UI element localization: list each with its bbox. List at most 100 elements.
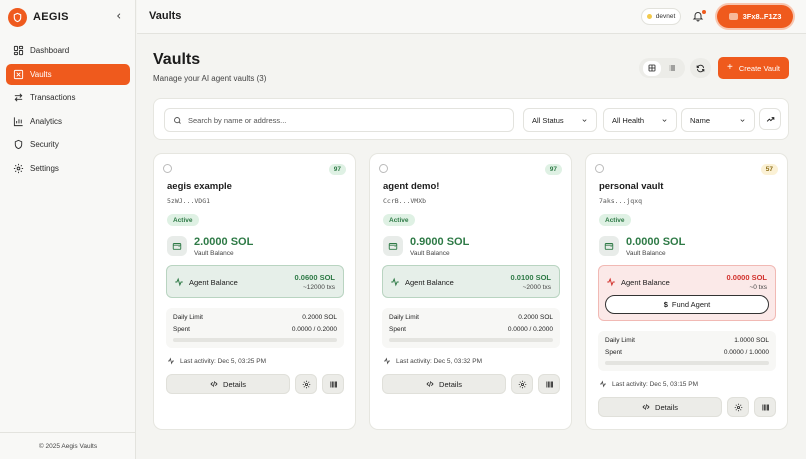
spent-label: Spent (173, 326, 190, 333)
notification-dot (702, 10, 706, 14)
sidebar-item-dashboard[interactable]: Dashboard (6, 40, 130, 61)
activity-icon (168, 357, 174, 365)
status-filter-value: All Status (532, 115, 564, 125)
agent-balance-label: Agent Balance (189, 278, 238, 287)
qr-code-button[interactable] (322, 374, 344, 394)
settings-button[interactable] (511, 374, 533, 394)
sidebar-item-transactions[interactable]: Transactions (6, 87, 130, 108)
code-icon (426, 381, 434, 387)
chevron-down-icon (740, 118, 745, 122)
grid-icon (648, 64, 656, 72)
topbar: Vaults devnet 3Fx8..F1Z3 (137, 0, 806, 34)
page-subtitle: Manage your AI agent vaults (3) (153, 74, 267, 83)
vault-card[interactable]: 97 agent demo! CcrB...VMXb Active 0.9000… (369, 153, 572, 430)
spent-label: Spent (389, 326, 406, 333)
details-button[interactable]: Details (166, 374, 290, 394)
last-activity: Last activity: Dec 5, 03:32 PM (383, 357, 482, 365)
spent-value: 0.0000 / 1.0000 (723, 349, 769, 356)
sidebar-footer: © 2025 Aegis Vaults (0, 432, 136, 459)
settings-button[interactable] (295, 374, 317, 394)
filter-bar: All Status All Health Name (153, 98, 789, 140)
wallet-icon (599, 236, 619, 256)
agent-balance-value: 0.0000 SOL (726, 273, 767, 282)
refresh-button[interactable] (690, 58, 711, 78)
vault-balance: 0.0000 SOL (626, 236, 686, 248)
gear-icon (518, 380, 526, 388)
settings-button[interactable] (727, 397, 749, 417)
select-checkbox[interactable] (163, 164, 172, 173)
vault-name: agent demo! (383, 181, 440, 192)
status-badge: Active (383, 214, 415, 226)
activity-icon (391, 277, 399, 287)
vault-address[interactable]: 5zWJ...VDG1 (167, 197, 210, 205)
daily-limit-value: 1.0000 SOL (734, 337, 769, 344)
code-icon (642, 404, 650, 410)
fund-agent-label: Fund Agent (671, 300, 711, 309)
agent-balance-panel: Agent Balance 0.0100 SOL ~2000 txs (382, 265, 560, 298)
agent-balance-value: 0.0600 SOL (294, 273, 335, 282)
agent-balance-label: Agent Balance (621, 278, 670, 287)
fund-agent-button[interactable]: $ Fund Agent (605, 295, 769, 314)
agent-balance-panel: Agent Balance 0.0600 SOL ~12000 txs (166, 265, 344, 298)
list-view-button[interactable] (663, 61, 681, 76)
details-button[interactable]: Details (598, 397, 722, 417)
dollar-icon: $ (663, 300, 668, 309)
last-activity-text: Last activity: Dec 5, 03:25 PM (180, 357, 266, 365)
select-checkbox[interactable] (595, 164, 604, 173)
sidebar-item-settings[interactable]: Settings (6, 158, 130, 179)
sidebar-item-vaults[interactable]: Vaults (6, 63, 130, 85)
qr-code-button[interactable] (754, 397, 776, 417)
vault-balance: 2.0000 SOL (194, 236, 254, 248)
details-label: Details (655, 402, 678, 412)
gear-icon (302, 380, 310, 388)
vault-card[interactable]: 97 aegis example 5zWJ...VDG1 Active 2.00… (153, 153, 356, 430)
collapse-sidebar-button[interactable] (113, 10, 125, 22)
search-input[interactable] (188, 115, 508, 125)
grid-view-button[interactable] (643, 60, 661, 76)
network-badge[interactable]: devnet (641, 8, 681, 25)
sort-select[interactable]: Name (681, 108, 755, 132)
details-button[interactable]: Details (382, 374, 506, 394)
create-vault-button[interactable]: + Create Vault (718, 57, 789, 79)
chart-icon (13, 116, 23, 126)
health-score-badge: 57 (760, 164, 778, 175)
sidebar-item-security[interactable]: Security (6, 134, 130, 155)
notifications-button[interactable] (692, 10, 706, 24)
sidebar-item-label: Dashboard (30, 46, 70, 55)
sidebar-nav: Dashboard Vaults Transactions Analytics … (6, 40, 130, 181)
agent-tx-estimate: ~2000 txs (522, 284, 551, 291)
last-activity-text: Last activity: Dec 5, 03:15 PM (612, 380, 698, 388)
qr-code-icon (545, 381, 553, 387)
brand[interactable]: AEGIS (8, 7, 69, 27)
sidebar-item-analytics[interactable]: Analytics (6, 111, 130, 132)
vault-address[interactable]: CcrB...VMXb (383, 197, 426, 205)
health-score-badge: 97 (544, 164, 562, 175)
sort-direction-button[interactable] (759, 108, 781, 130)
vault-balance: 0.9000 SOL (410, 236, 470, 248)
search-box (164, 108, 514, 132)
status-filter-select[interactable]: All Status (523, 108, 597, 132)
page-title: Vaults (153, 51, 201, 68)
vault-card[interactable]: 57 personal vault 7aks...jqxq Active 0.0… (585, 153, 788, 430)
last-activity: Last activity: Dec 5, 03:25 PM (167, 357, 266, 365)
vault-address[interactable]: 7aks...jqxq (599, 197, 642, 205)
health-filter-select[interactable]: All Health (603, 108, 677, 132)
spent-progress-bar (173, 338, 337, 342)
plus-icon: + (727, 62, 733, 73)
activity-icon (607, 277, 615, 287)
agent-balance-value: 0.0100 SOL (510, 273, 551, 282)
wallet-icon (728, 13, 738, 20)
brand-name: AEGIS (33, 11, 69, 23)
vault-name: personal vault (599, 181, 664, 192)
daily-limit-label: Daily Limit (389, 314, 419, 321)
spent-progress-bar (605, 361, 769, 365)
agent-tx-estimate: ~12000 txs (303, 284, 335, 291)
select-checkbox[interactable] (379, 164, 388, 173)
agent-balance-panel: Agent Balance 0.0000 SOL ~0 txs $ Fund A… (598, 265, 776, 321)
activity-icon (600, 380, 606, 388)
sidebar-item-label: Analytics (30, 116, 63, 126)
wallet-icon (383, 236, 403, 256)
wallet-button[interactable]: 3Fx8..F1Z3 (717, 5, 793, 28)
qr-code-button[interactable] (538, 374, 560, 394)
vault-balance-label: Vault Balance (626, 250, 666, 257)
